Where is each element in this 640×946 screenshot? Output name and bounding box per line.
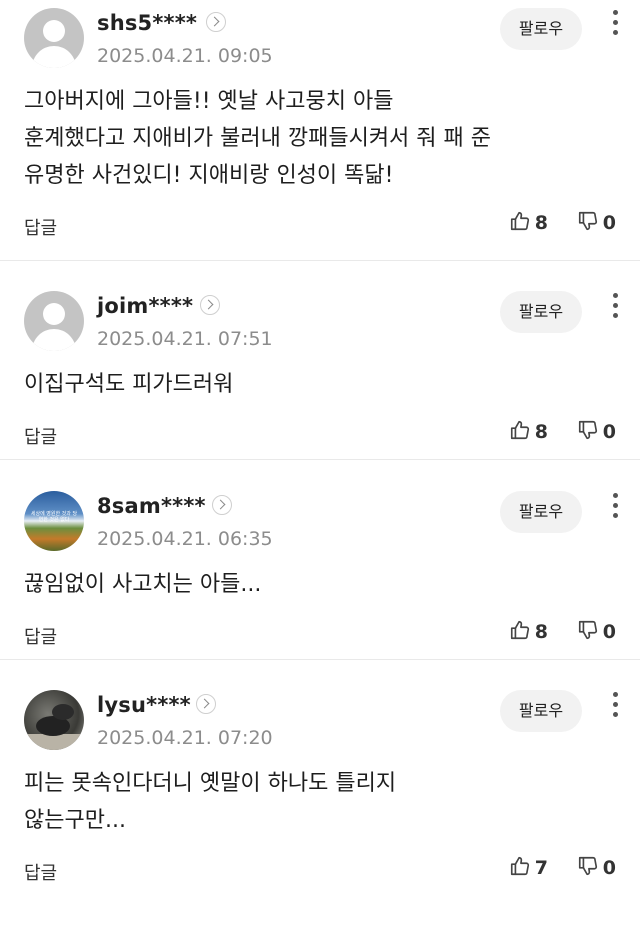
comment-footer: 답글 8 0 [24,603,616,659]
dislike-count: 0 [602,621,616,643]
like-count: 8 [534,212,548,234]
username[interactable]: 8sam**** [97,494,206,518]
landscape-photo-avatar: 세상에 영원한 것과 당연한 것은 없다 [30,511,78,523]
dislike-button[interactable]: 0 [577,419,616,443]
thumbs-up-icon [510,211,529,231]
reply-button[interactable]: 답글 [24,623,57,649]
comment-text: 끊임없이 사고치는 아들... [24,572,262,597]
reply-button[interactable]: 답글 [24,859,57,885]
username[interactable]: shs5**** [97,11,197,35]
comment-footer: 답글 8 0 [24,403,616,459]
comment-item: shs5**** 2025.04.21. 09:05 팔로우 그아버지에 그아들… [0,0,640,261]
thumbs-up-icon [510,856,529,876]
comment-item: joim**** 2025.04.21. 07:51 팔로우 이집구석도 피가드… [0,261,640,460]
like-count: 8 [534,421,548,443]
avatar[interactable] [24,690,84,750]
dislike-button[interactable]: 0 [577,210,616,234]
default-avatar-icon [43,20,65,42]
dislike-count: 0 [602,421,616,443]
thumbs-down-icon [578,620,597,640]
comment-date: 2025.04.21. 07:20 [97,727,273,749]
comment-header: joim**** 2025.04.21. 07:51 팔로우 [24,285,618,365]
default-avatar-icon [43,303,65,325]
like-button[interactable]: 8 [509,619,548,643]
more-vertical-icon[interactable] [610,493,620,525]
thumbs-up-icon [510,420,529,440]
dislike-count: 0 [602,212,616,234]
chevron-right-icon[interactable] [200,295,220,315]
avatar[interactable] [24,8,84,68]
comment-header: shs5**** 2025.04.21. 09:05 팔로우 [24,2,618,82]
thumbs-down-icon [578,211,597,231]
follow-button[interactable]: 팔로우 [500,690,582,732]
comment-text: 그아버지에 그아들!! 옛날 사고뭉치 아들 훈계했다고 지애비가 불러내 깡패… [24,89,492,188]
username[interactable]: lysu**** [97,693,191,717]
comment-item: lysu**** 2025.04.21. 07:20 팔로우 피는 못속인다더니… [0,660,640,895]
follow-button[interactable]: 팔로우 [500,291,582,333]
username[interactable]: joim**** [97,294,193,318]
comment-footer: 답글 8 0 [24,194,616,260]
reply-button[interactable]: 답글 [24,423,57,449]
thumbs-down-icon [578,420,597,440]
like-count: 8 [534,621,548,643]
follow-button[interactable]: 팔로우 [500,491,582,533]
more-vertical-icon[interactable] [610,10,620,42]
comment-text: 피는 못속인다더니 옛말이 하나도 틀리지 않는구만... [24,771,397,833]
avatar[interactable] [24,291,84,351]
like-button[interactable]: 7 [509,855,548,879]
avatar[interactable]: 세상에 영원한 것과 당연한 것은 없다 [24,491,84,551]
chevron-right-icon[interactable] [212,495,232,515]
comment-footer: 답글 7 0 [24,839,616,895]
comment-date: 2025.04.21. 09:05 [97,45,273,67]
follow-button[interactable]: 팔로우 [500,8,582,50]
chevron-right-icon[interactable] [206,12,226,32]
dislike-button[interactable]: 0 [577,855,616,879]
chevron-right-icon[interactable] [196,694,216,714]
reply-button[interactable]: 답글 [24,214,57,240]
comment-header: 세상에 영원한 것과 당연한 것은 없다 8sam**** 2025.04.21… [24,485,618,565]
like-button[interactable]: 8 [509,210,548,234]
comment-item: 세상에 영원한 것과 당연한 것은 없다 8sam**** 2025.04.21… [0,460,640,660]
more-vertical-icon[interactable] [610,692,620,724]
comment-date: 2025.04.21. 06:35 [97,528,273,550]
comment-header: lysu**** 2025.04.21. 07:20 팔로우 [24,684,618,764]
comment-text: 이집구석도 피가드러워 [24,372,234,397]
comment-date: 2025.04.21. 07:51 [97,328,273,350]
thumbs-down-icon [578,856,597,876]
thumbs-up-icon [510,620,529,640]
dislike-button[interactable]: 0 [577,619,616,643]
like-button[interactable]: 8 [509,419,548,443]
like-count: 7 [534,857,548,879]
more-vertical-icon[interactable] [610,293,620,325]
dislike-count: 0 [602,857,616,879]
